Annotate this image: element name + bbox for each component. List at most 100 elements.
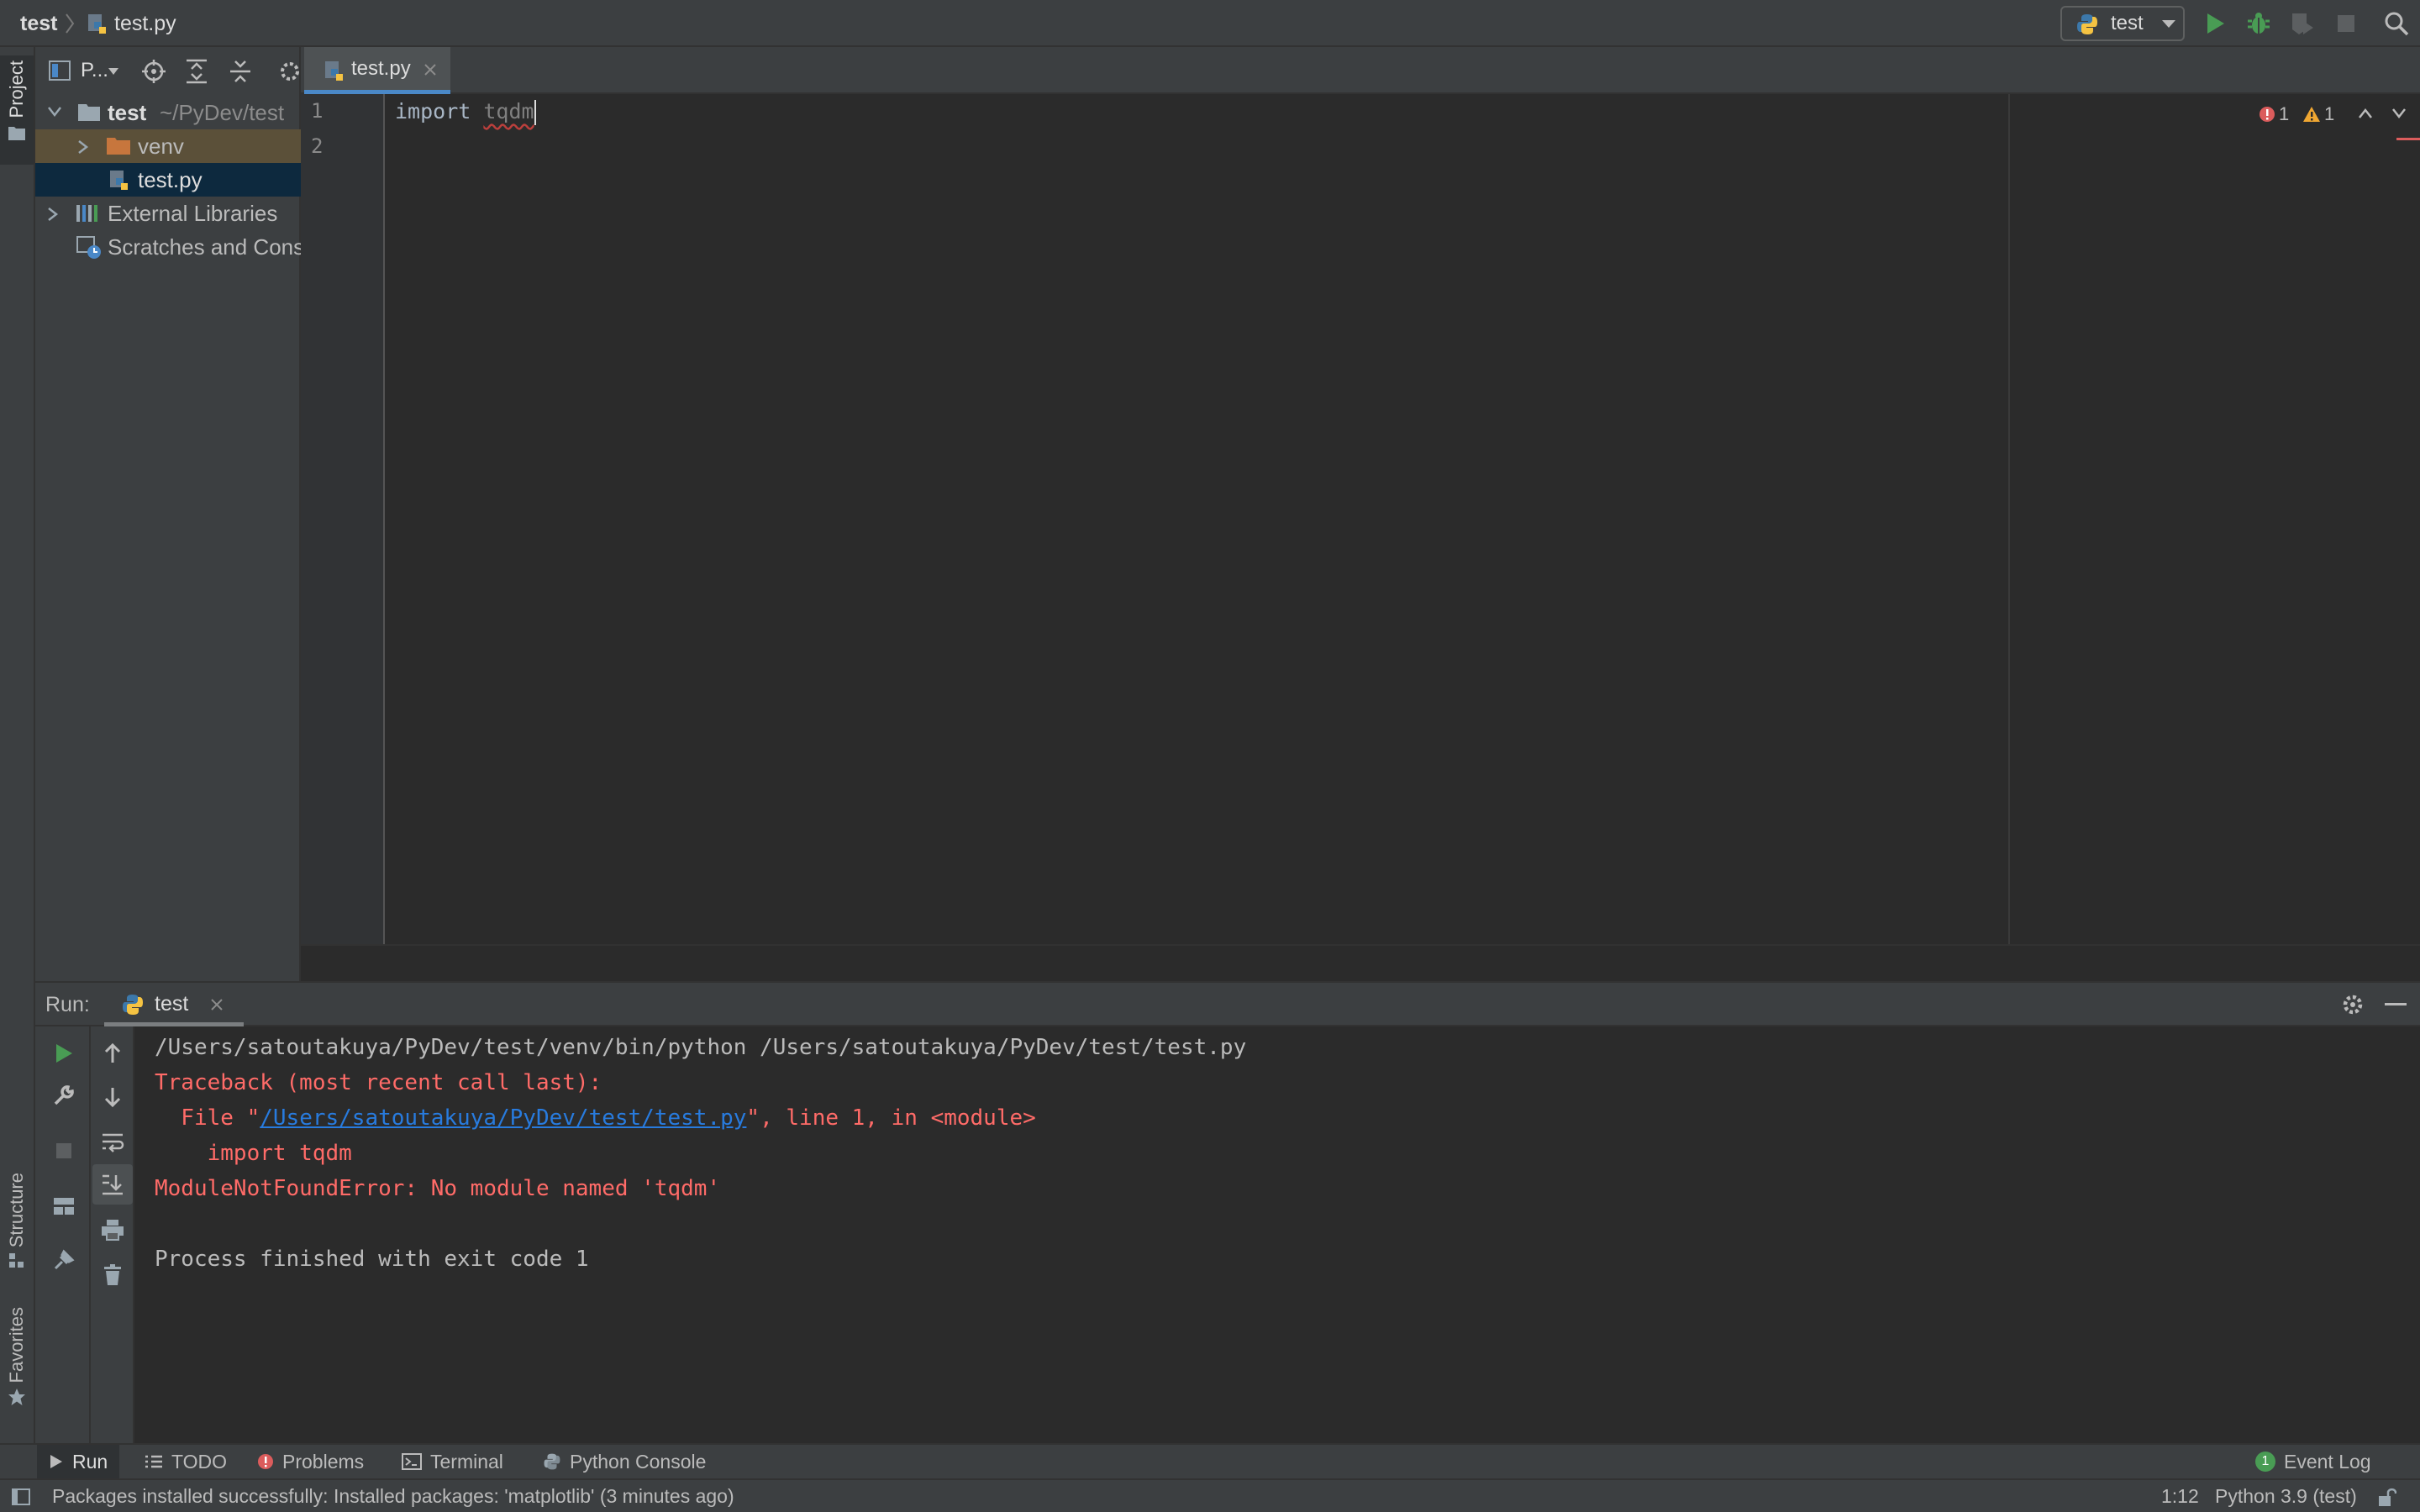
tree-item-scratches[interactable]: Scratches and Consoles xyxy=(35,230,301,264)
scroll-to-end-button[interactable] xyxy=(92,1164,133,1205)
status-bar: Packages installed successfully: Install… xyxy=(0,1478,2420,1512)
close-icon[interactable] xyxy=(210,998,224,1011)
tool-window-terminal[interactable]: Terminal xyxy=(402,1445,503,1478)
close-icon[interactable] xyxy=(424,63,437,76)
print-icon xyxy=(102,1220,124,1241)
tree-item-project-root[interactable]: test ~/PyDev/test xyxy=(35,96,301,129)
chevron-right-icon xyxy=(47,207,59,222)
tool-window-event-log-label: Event Log xyxy=(2284,1450,2371,1473)
error-stripe-marker[interactable] xyxy=(2396,138,2420,140)
run-with-coverage-button[interactable] xyxy=(2287,8,2317,39)
python-icon xyxy=(121,993,145,1016)
chevron-up-icon[interactable] xyxy=(2358,108,2373,119)
code-keyword: import xyxy=(395,99,471,123)
run-toolbar xyxy=(35,1026,133,1443)
project-toolbar: P... xyxy=(35,47,301,94)
arrow-up-icon xyxy=(104,1042,121,1063)
file-prefix: File " xyxy=(155,1105,260,1131)
soft-wrap-button[interactable] xyxy=(92,1122,133,1163)
stop-button[interactable] xyxy=(44,1131,84,1171)
clear-all-button[interactable] xyxy=(92,1255,133,1295)
python-icon xyxy=(2075,13,2099,36)
gear-icon[interactable] xyxy=(279,59,301,84)
run-console[interactable]: /Users/satoutakuya/PyDev/test/venv/bin/p… xyxy=(133,1026,2420,1443)
tree-item-external-libraries[interactable]: External Libraries xyxy=(35,197,301,230)
restore-layout-button[interactable] xyxy=(44,1186,84,1226)
search-everywhere-button[interactable] xyxy=(2381,8,2412,39)
tool-window-python-console[interactable]: Python Console xyxy=(543,1445,706,1478)
project-view-icon xyxy=(49,60,71,81)
stop-button[interactable] xyxy=(2331,8,2361,39)
error-icon xyxy=(258,1454,273,1469)
python-icon xyxy=(544,1453,560,1470)
tab-project[interactable]: Project xyxy=(0,55,34,165)
event-log-badge: 1 xyxy=(2255,1452,2275,1472)
warning-count: 1 xyxy=(2324,103,2335,124)
lock-open-icon[interactable] xyxy=(2378,1487,2396,1507)
caret-position[interactable]: 1:12 xyxy=(2161,1480,2199,1512)
edit-configuration-button[interactable] xyxy=(44,1075,84,1116)
status-message[interactable]: Packages installed successfully: Install… xyxy=(52,1480,734,1512)
scratches-label: Scratches and Consoles xyxy=(108,234,301,260)
tool-window-todo[interactable]: TODO xyxy=(145,1445,227,1478)
tool-window-problems-label: Problems xyxy=(282,1450,365,1473)
soft-wrap-icon xyxy=(103,1133,124,1152)
tool-window-bar: Run TODO Problems Terminal Python Consol… xyxy=(0,1443,2420,1478)
tool-window-python-console-label: Python Console xyxy=(570,1450,707,1473)
tree-item-venv[interactable]: venv xyxy=(35,129,301,163)
next-occurrence-button[interactable] xyxy=(92,1077,133,1117)
chevron-down-icon xyxy=(47,106,62,118)
inspection-widget[interactable]: 1 1 xyxy=(2238,97,2420,131)
traceback-file-link[interactable]: /Users/satoutakuya/PyDev/test/test.py xyxy=(260,1105,746,1131)
terminal-icon xyxy=(402,1453,422,1470)
breadcrumb-file[interactable]: test.py xyxy=(114,0,176,47)
console-traceback-code: import tqdm xyxy=(155,1141,352,1166)
tab-structure-label: Structure xyxy=(6,1173,27,1248)
toolbar-divider xyxy=(89,1026,91,1443)
pin-icon xyxy=(54,1249,75,1270)
project-view-selector[interactable]: P... xyxy=(81,47,108,94)
tool-window-problems[interactable]: Problems xyxy=(257,1445,364,1478)
arrow-down-icon xyxy=(104,1088,121,1108)
tree-item-test-py[interactable]: test.py xyxy=(35,163,301,197)
project-root-name: test xyxy=(108,100,147,125)
chevron-down-icon xyxy=(108,67,119,76)
run-tab-test[interactable]: test xyxy=(104,983,244,1026)
code-editor[interactable]: import tqdm xyxy=(387,94,2420,944)
debug-button[interactable] xyxy=(2244,8,2274,39)
breadcrumb-project[interactable]: test xyxy=(20,0,57,47)
collapse-all-icon[interactable] xyxy=(229,59,252,84)
chevron-down-icon[interactable] xyxy=(2391,108,2407,119)
tool-window-event-log[interactable]: 1 Event Log xyxy=(2255,1445,2371,1478)
previous-occurrence-button[interactable] xyxy=(92,1033,133,1074)
error-count: 1 xyxy=(2279,103,2290,124)
pin-tab-button[interactable] xyxy=(44,1240,84,1280)
tool-window-run[interactable]: Run xyxy=(37,1445,120,1478)
toggle-tool-windows-icon[interactable] xyxy=(12,1488,30,1505)
gear-icon[interactable] xyxy=(2341,993,2365,1016)
interpreter-selector[interactable]: Python 3.9 (test) xyxy=(2215,1480,2357,1512)
tab-favorites-label: Favorites xyxy=(6,1307,27,1383)
navigation-bar: test test.py test xyxy=(0,0,2420,47)
locate-file-icon[interactable] xyxy=(141,59,166,84)
search-icon xyxy=(2385,12,2409,36)
minimize-icon[interactable] xyxy=(2385,1003,2407,1006)
trash-icon xyxy=(104,1264,121,1285)
run-button[interactable] xyxy=(2200,8,2230,39)
unresolved-import: tqdm xyxy=(483,99,534,123)
line-number: 1 xyxy=(311,99,324,123)
editor-tab-test-py[interactable]: test.py xyxy=(304,47,450,94)
python-file-icon xyxy=(86,12,109,35)
run-tab-label: test xyxy=(155,992,189,1016)
rerun-button[interactable] xyxy=(44,1033,84,1074)
print-button[interactable] xyxy=(92,1210,133,1250)
tab-favorites[interactable]: Favorites xyxy=(0,1307,34,1425)
expand-all-icon[interactable] xyxy=(185,59,208,84)
editor-tab-bar: test.py xyxy=(301,47,2420,94)
run-configuration-selector[interactable]: test xyxy=(2060,6,2185,41)
tab-structure[interactable]: Structure xyxy=(0,1173,34,1290)
code-line: import tqdm xyxy=(395,94,536,129)
console-traceback-header: Traceback (most recent call last): xyxy=(155,1070,602,1095)
folder-icon xyxy=(77,102,101,122)
stop-icon xyxy=(56,1143,71,1158)
